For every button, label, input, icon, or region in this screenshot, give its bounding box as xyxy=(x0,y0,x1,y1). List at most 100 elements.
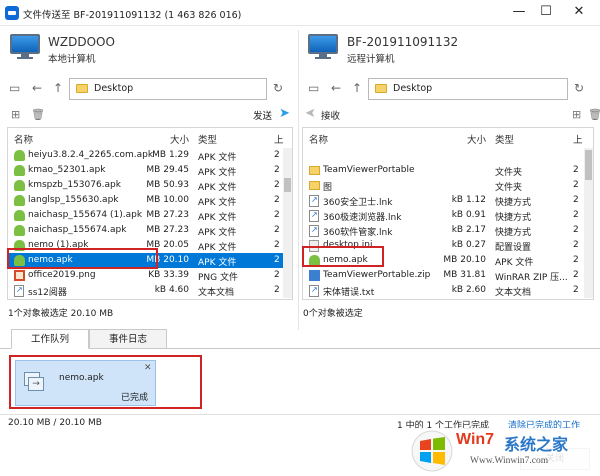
remote-computer-label: 远程计算机 xyxy=(347,54,395,65)
watermark-brand-a: Win7 xyxy=(456,431,495,448)
receive-arrow-icon[interactable]: ➤ xyxy=(305,106,316,121)
file-extra: 2 xyxy=(274,180,280,190)
remote-computer-icon xyxy=(308,34,338,60)
remote-up-arrow-icon[interactable]: ↑ xyxy=(352,81,362,95)
watermark: Win7 系统之家 Www.Winwin7.com xyxy=(408,428,598,474)
send-button-label[interactable]: 发送 xyxy=(253,108,272,122)
file-extra: 2 xyxy=(274,150,280,160)
tab-job-queue[interactable]: 工作队列 xyxy=(11,329,89,349)
zip-file-icon xyxy=(309,270,320,281)
file-row[interactable]: heiyu3.8.2.4_2265.com.apk 1.29 MB APK 文件 2 xyxy=(8,148,284,163)
lnk-file-icon xyxy=(309,225,319,237)
file-row[interactable]: TeamViewerPortable.zip 31.81 MB WinRAR ZIP… xyxy=(303,268,584,283)
up-arrow-icon[interactable]: ↑ xyxy=(53,81,63,95)
file-name: 360极速浏览器.lnk xyxy=(323,213,402,223)
file-row[interactable]: 360软件管家.lnk2.17 kB快捷方式2 xyxy=(303,223,584,238)
file-extra: 2 xyxy=(573,285,579,295)
remote-path-box[interactable]: Desktop xyxy=(368,78,568,100)
file-name: naichasp_155674 (1).apk xyxy=(28,210,143,220)
col-header-size[interactable]: 大小 xyxy=(170,132,189,146)
file-type: 文本文档 xyxy=(198,288,235,298)
teamviewer-logo-icon xyxy=(5,6,19,20)
minimize-button[interactable]: — xyxy=(510,3,528,21)
tab-event-log[interactable]: 事件日志 xyxy=(89,329,167,349)
receive-button-label[interactable]: 接收 xyxy=(321,108,340,122)
folder-file-icon xyxy=(309,166,320,175)
remote-col-header-name[interactable]: 名称 xyxy=(309,132,328,146)
file-name: TeamViewerPortable.zip xyxy=(323,270,431,280)
local-scrollbar[interactable] xyxy=(283,148,292,298)
apk-file-icon xyxy=(14,210,25,221)
file-type: 快捷方式 xyxy=(495,228,532,238)
local-computer-icon xyxy=(10,34,40,60)
remote-refresh-icon[interactable]: ↻ xyxy=(574,81,584,95)
file-extra: 2 xyxy=(274,285,280,295)
file-row[interactable]: langlsp_155630.apk 10.00 MB APK 文件 2 xyxy=(8,193,284,208)
file-extra: 2 xyxy=(274,255,280,265)
file-type: 快捷方式 xyxy=(495,213,532,223)
apk-file-icon xyxy=(14,225,25,236)
file-row[interactable]: 360极速浏览器.lnk0.91 kB快捷方式2 xyxy=(303,208,584,223)
remote-col-header-size[interactable]: 大小 xyxy=(467,132,486,146)
remote-path-text: Desktop xyxy=(393,83,433,94)
remote-file-list[interactable]: 名称 大小 类型 上 TeamViewerPortable 文件夹 2 图 文件夹 2 36… xyxy=(302,127,594,300)
apk-file-icon xyxy=(14,150,25,161)
back-arrow-icon[interactable]: ← xyxy=(32,81,42,95)
local-path-box[interactable]: Desktop xyxy=(69,78,267,100)
file-row[interactable]: office2019.png 33.39 KB PNG 文件 2 xyxy=(8,268,284,283)
file-type: APK 文件 xyxy=(198,258,237,268)
file-extra: 2 xyxy=(573,270,579,280)
file-name: langlsp_155630.apk xyxy=(28,195,119,205)
folder-icon xyxy=(76,84,88,93)
close-button[interactable]: ✕ xyxy=(570,3,588,21)
file-name: heiyu3.8.2.4_2265.com.apk xyxy=(28,150,154,160)
local-computer-name: WZDDOOO xyxy=(48,35,115,49)
remote-col-header-type[interactable]: 类型 xyxy=(495,132,514,146)
remote-back-arrow-icon[interactable]: ← xyxy=(331,81,341,95)
file-name: naichasp_155674.apk xyxy=(28,225,127,235)
file-extra: 2 xyxy=(573,195,579,205)
file-row[interactable]: 360安全卫士.lnk1.12 kB快捷方式2 xyxy=(303,193,584,208)
maximize-button[interactable]: ☐ xyxy=(537,3,555,21)
remote-computer-name: BF-201911091132 xyxy=(347,35,459,49)
watermark-url: Www.Winwin7.com xyxy=(470,456,549,466)
file-row[interactable]: kmao_52301.apk 29.45 MB APK 文件 2 xyxy=(8,163,284,178)
file-row[interactable]: 图 文件夹 2 xyxy=(303,178,584,193)
remote-scrollbar[interactable] xyxy=(584,148,593,298)
file-row[interactable]: naichasp_155674 (1).apk 27.23 MB APK 文件 2 xyxy=(8,208,284,223)
file-type: PNG 文件 xyxy=(198,273,238,283)
remote-selection-highlight xyxy=(302,246,384,267)
file-type: APK 文件 xyxy=(198,168,237,178)
file-row[interactable]: naichasp_155674.apk 27.23 MB APK 文件 2 xyxy=(8,223,284,238)
file-name: kmao_52301.apk xyxy=(28,165,106,175)
lnk-file-icon xyxy=(14,285,24,297)
lnk-file-icon xyxy=(309,195,319,207)
delete-icon[interactable]: 🗑 xyxy=(31,108,45,121)
windows-flag-logo xyxy=(411,430,453,472)
remote-delete-icon[interactable]: 🗑 xyxy=(588,108,600,121)
remote-drive-icon[interactable]: ▭ xyxy=(308,81,319,95)
file-type: APK 文件 xyxy=(198,213,237,223)
new-folder-icon[interactable]: ⊞ xyxy=(11,108,20,121)
file-extra: 2 xyxy=(274,195,280,205)
send-arrow-icon[interactable]: ➤ xyxy=(279,106,290,121)
col-header-type[interactable]: 类型 xyxy=(198,132,217,146)
transfer-progress-text: 20.10 MB / 20.10 MB xyxy=(8,418,102,428)
file-row[interactable]: 宋体错误.txt2.60 kB文本文档2 xyxy=(303,283,584,298)
remote-col-header-extra[interactable]: 上 xyxy=(573,132,583,146)
drive-icon[interactable]: ▭ xyxy=(9,81,20,95)
col-header-name[interactable]: 名称 xyxy=(14,132,33,146)
refresh-icon[interactable]: ↻ xyxy=(273,81,283,95)
file-type: 文本文档 xyxy=(495,288,532,298)
col-header-extra[interactable]: 上 xyxy=(274,132,284,146)
file-row[interactable]: kmspzb_153076.apk 50.93 MB APK 文件 2 xyxy=(8,178,284,193)
file-extra: 2 xyxy=(274,240,280,250)
file-row[interactable]: ss12阅器4.60 kB文本文档2 xyxy=(8,283,284,298)
file-type: APK 文件 xyxy=(198,243,237,253)
file-type: 配置设置 xyxy=(495,243,532,253)
file-type: APK 文件 xyxy=(198,183,237,193)
file-name: kmspzb_153076.apk xyxy=(28,180,121,190)
local-file-list[interactable]: 名称 大小 类型 上 heiyu3.8.2.4_2265.com.apk 1.29… xyxy=(7,127,293,300)
remote-new-folder-icon[interactable]: ⊞ xyxy=(572,108,581,121)
file-row[interactable]: TeamViewerPortable 文件夹 2 xyxy=(303,163,584,178)
